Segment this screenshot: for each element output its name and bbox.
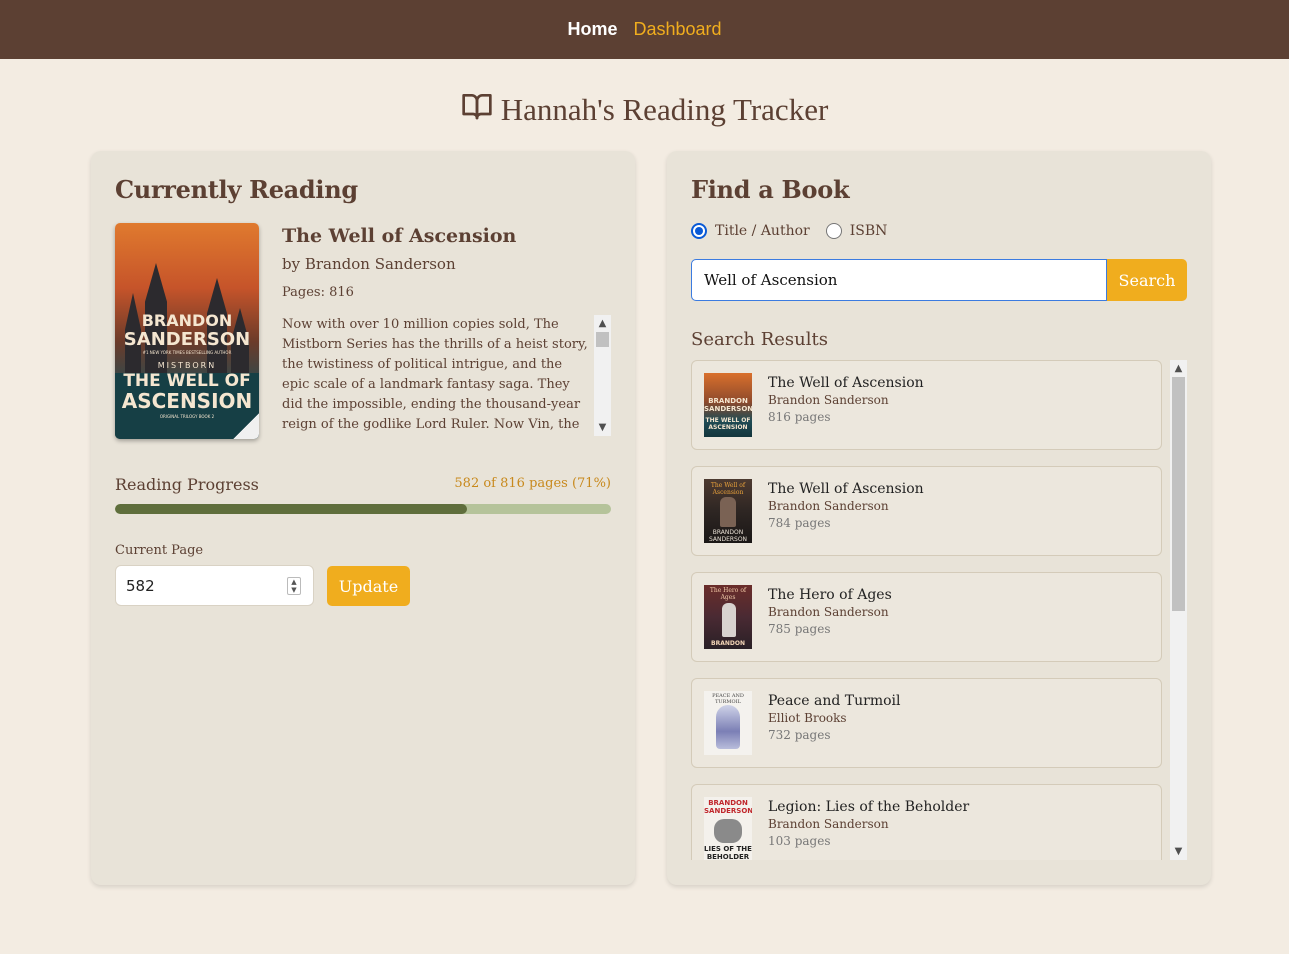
current-page-input[interactable] xyxy=(126,576,276,595)
page-curl xyxy=(233,413,259,439)
result-author: Brandon Sanderson xyxy=(768,817,889,831)
result-cover-thumbnail: The Well of Ascension BRANDON SANDERSON xyxy=(704,479,752,543)
page-title-text: Hannah's Reading Tracker xyxy=(500,92,829,127)
description-scrollbar[interactable]: ▲ ▼ xyxy=(594,315,611,436)
search-button[interactable]: Search xyxy=(1107,259,1187,301)
top-navbar: Home Dashboard xyxy=(0,0,1289,59)
scroll-down-icon[interactable]: ▼ xyxy=(594,419,611,436)
result-author: Brandon Sanderson xyxy=(768,499,889,513)
radio-checked-icon[interactable] xyxy=(691,223,707,239)
book-description[interactable]: Now with over 10 million copies sold, Th… xyxy=(282,315,611,436)
result-author: Brandon Sanderson xyxy=(768,393,889,407)
results-scrollbar[interactable]: ▲ ▼ xyxy=(1170,360,1187,860)
result-author: Brandon Sanderson xyxy=(768,605,889,619)
result-cover-thumbnail: PEACE AND TURMOIL xyxy=(704,691,752,755)
search-input[interactable] xyxy=(704,271,1094,289)
update-button[interactable]: Update xyxy=(327,566,410,606)
currently-reading-heading: Currently Reading xyxy=(115,175,358,204)
book-description-text: Now with over 10 million copies sold, Th… xyxy=(282,317,588,432)
scroll-thumb[interactable] xyxy=(596,332,609,347)
progress-label: Reading Progress xyxy=(115,475,259,494)
nav-dashboard-link[interactable]: Dashboard xyxy=(633,19,721,40)
scroll-thumb[interactable] xyxy=(1172,377,1185,611)
search-result-item[interactable]: The Well of Ascension BRANDON SANDERSON Th… xyxy=(691,466,1162,556)
search-type-radios: Title / Author ISBN xyxy=(691,223,895,239)
page-stepper-icon[interactable]: ▲ ▼ xyxy=(287,577,301,595)
radio-isbn[interactable]: ISBN xyxy=(825,223,887,239)
progress-bar-fill xyxy=(115,504,468,514)
search-result-item[interactable]: BRANDON SANDERSON LIES OF THE BEHOLDER Leg… xyxy=(691,784,1162,860)
result-cover-thumbnail: BRANDON SANDERSON THE WELL OF ASCENSION xyxy=(704,373,752,437)
current-book-author: by Brandon Sanderson xyxy=(282,255,456,273)
result-title: Peace and Turmoil xyxy=(768,693,901,709)
result-pages: 732 pages xyxy=(768,728,831,742)
find-book-heading: Find a Book xyxy=(691,175,850,204)
current-book-pages: Pages: 816 xyxy=(282,285,354,300)
search-result-item[interactable]: PEACE AND TURMOIL Peace and Turmoil Elli… xyxy=(691,678,1162,768)
result-cover-thumbnail: BRANDON SANDERSON LIES OF THE BEHOLDER xyxy=(704,797,752,860)
result-cover-thumbnail: The Hero of Ages BRANDON xyxy=(704,585,752,649)
result-title: The Well of Ascension xyxy=(768,375,924,391)
search-result-item[interactable]: The Hero of Ages BRANDON The Hero of Ages… xyxy=(691,572,1162,662)
result-title: Legion: Lies of the Beholder xyxy=(768,799,970,815)
progress-bar xyxy=(115,504,611,514)
radio-unchecked-icon[interactable] xyxy=(825,223,842,239)
progress-count: 582 of 816 pages (71%) xyxy=(454,476,611,491)
current-book-title: The Well of Ascension xyxy=(282,225,517,247)
search-results-list[interactable]: BRANDON SANDERSON THE WELL OF ASCENSION Th… xyxy=(691,360,1187,860)
page-title: Hannah's Reading Tracker xyxy=(0,90,1289,130)
open-book-icon xyxy=(461,90,493,130)
result-pages: 785 pages xyxy=(768,622,831,636)
search-result-item[interactable]: BRANDON SANDERSON THE WELL OF ASCENSION Th… xyxy=(691,360,1162,450)
currently-reading-panel: Currently Reading BRANDON SANDERSON #1 N… xyxy=(91,151,635,885)
search-input-wrap xyxy=(691,259,1107,301)
current-page-input-wrap: ▲▼ xyxy=(115,565,314,606)
result-title: The Hero of Ages xyxy=(768,587,892,603)
nav-home-link[interactable]: Home xyxy=(567,19,617,40)
result-pages: 816 pages xyxy=(768,410,831,424)
result-author: Elliot Brooks xyxy=(768,711,847,725)
result-pages: 784 pages xyxy=(768,516,831,530)
scroll-up-icon[interactable]: ▲ xyxy=(1170,360,1187,377)
radio-title-author[interactable]: Title / Author xyxy=(691,223,810,239)
result-pages: 103 pages xyxy=(768,834,831,848)
current-page-label: Current Page xyxy=(115,543,204,558)
find-book-panel: Find a Book Title / Author ISBN Search S… xyxy=(667,151,1211,885)
result-title: The Well of Ascension xyxy=(768,481,924,497)
book-cover: BRANDON SANDERSON #1 NEW YORK TIMES BEST… xyxy=(115,223,259,439)
search-results-label: Search Results xyxy=(691,329,828,350)
scroll-up-icon[interactable]: ▲ xyxy=(594,315,611,332)
scroll-down-icon[interactable]: ▼ xyxy=(1170,843,1187,860)
